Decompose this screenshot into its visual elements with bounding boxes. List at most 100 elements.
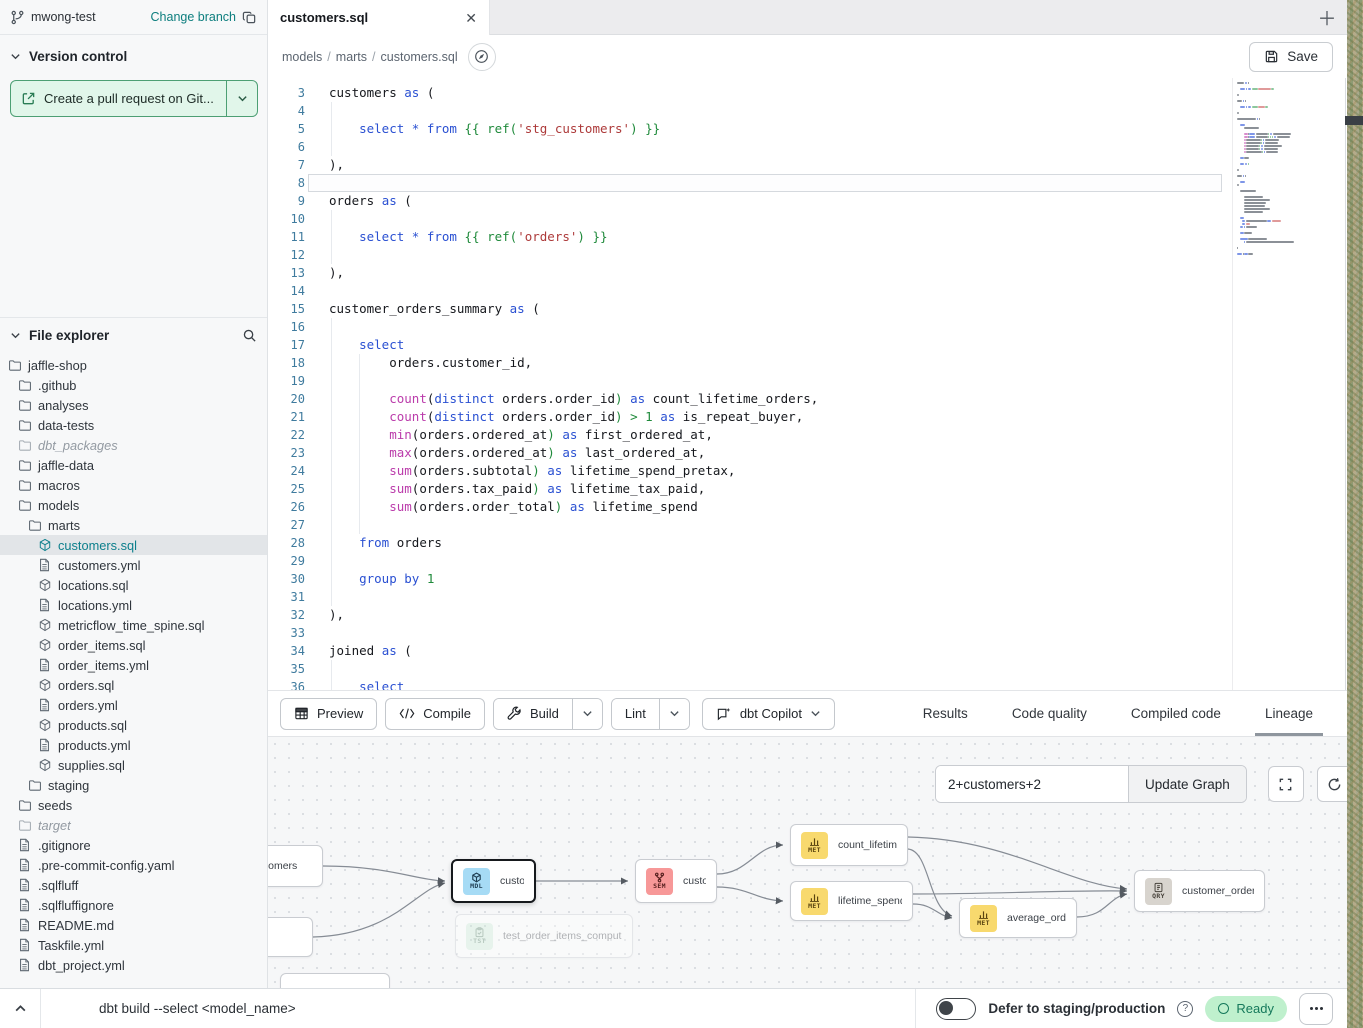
save-icon (1264, 49, 1279, 64)
tree-item-locations-yml[interactable]: locations.yml (0, 595, 267, 615)
tree-item-marts[interactable]: marts (0, 515, 267, 535)
tree-item-readme-md[interactable]: README.md (0, 915, 267, 935)
folder-icon (18, 458, 32, 472)
tree-item-jaffle-shop[interactable]: jaffle-shop (0, 355, 267, 375)
tab-results[interactable]: Results (901, 691, 990, 736)
tree-item-staging[interactable]: staging (0, 775, 267, 795)
folder-icon (18, 378, 32, 392)
help-icon[interactable]: ? (1177, 1001, 1193, 1017)
lineage-node-test-order-items[interactable]: TSTtest_order_items_compute_to_bools... (455, 914, 633, 958)
create-pr-button[interactable]: Create a pull request on Git... (10, 80, 258, 117)
node-label: customers (683, 875, 706, 887)
tree-item-dbt-packages[interactable]: dbt_packages (0, 435, 267, 455)
code-editor[interactable]: 3customers as (45 select * from {{ ref('… (268, 78, 1347, 690)
tree-item-taskfile-yml[interactable]: Taskfile.yml (0, 935, 267, 955)
tree-item-label: customers.yml (58, 558, 140, 573)
build-button[interactable]: Build (494, 699, 572, 729)
cli-command[interactable]: dbt build --select <model_name> (99, 1001, 296, 1016)
tree-item-customers-sql[interactable]: customers.sql (0, 535, 267, 555)
tree-item-label: locations.sql (58, 578, 128, 593)
pr-dropdown-caret[interactable] (227, 81, 257, 116)
breadcrumb-bar: models/marts/customers.sql Save (268, 35, 1347, 78)
lineage-node-customer_order_metrics[interactable]: QRYcustomer_order_metrics (1134, 870, 1265, 912)
tree-item-order-items-sql[interactable]: order_items.sql (0, 635, 267, 655)
minimap[interactable] (1232, 78, 1345, 690)
lint-button[interactable]: Lint (612, 699, 659, 729)
code-line-5: 5 select * from {{ ref('stg_customers') … (268, 120, 1347, 138)
tree-item-products-yml[interactable]: products.yml (0, 735, 267, 755)
preview-button[interactable]: Preview (280, 698, 377, 730)
version-control-header[interactable]: Version control (0, 35, 267, 72)
refresh-button[interactable] (1317, 766, 1347, 802)
model-icon (38, 638, 52, 652)
code-line-14: 14 (268, 282, 1347, 300)
tree-item-orders-sql[interactable]: orders.sql (0, 675, 267, 695)
tree-item-locations-sql[interactable]: locations.sql (0, 575, 267, 595)
lineage-node-orders[interactable]: orders (268, 917, 313, 957)
node-badge-met-icon: MET (970, 905, 997, 932)
tree-item-macros[interactable]: macros (0, 475, 267, 495)
editor-toolbar: Preview Compile Build (268, 690, 1347, 737)
lineage-node-customers-semantic[interactable]: SEMcustomers (635, 859, 717, 903)
tree-item-orders-yml[interactable]: orders.yml (0, 695, 267, 715)
lineage-panel[interactable]: stg_customersorders MDLcustomers TSTtest_o… (268, 737, 1347, 988)
tab-compiled-code[interactable]: Compiled code (1109, 691, 1243, 736)
new-tab-button[interactable]: ＋ (1307, 0, 1347, 34)
scrollbar-thumb[interactable] (1345, 116, 1363, 125)
tree-item-supplies-sql[interactable]: supplies.sql (0, 755, 267, 775)
tree-item-label: jaffle-data (38, 458, 94, 473)
tree-item--pre-commit-config-yaml[interactable]: .pre-commit-config.yaml (0, 855, 267, 875)
lineage-controls: Update Graph (935, 765, 1347, 803)
tree-item-products-sql[interactable]: products.sql (0, 715, 267, 735)
lineage-node-partial-node[interactable] (280, 973, 390, 988)
model-icon (38, 618, 52, 632)
tree-item-customers-yml[interactable]: customers.yml (0, 555, 267, 575)
tree-item-target[interactable]: target (0, 815, 267, 835)
tree-item-jaffle-data[interactable]: jaffle-data (0, 455, 267, 475)
tree-item-models[interactable]: models (0, 495, 267, 515)
model-icon (38, 758, 52, 772)
ready-label: Ready (1236, 1001, 1274, 1016)
close-icon[interactable]: ✕ (465, 11, 477, 25)
lint-dropdown-caret[interactable] (659, 699, 689, 729)
fullscreen-button[interactable] (1268, 766, 1304, 802)
tree-item--github[interactable]: .github (0, 375, 267, 395)
tree-item-dbt-project-yml[interactable]: dbt_project.yml (0, 955, 267, 975)
tree-item-label: models (38, 498, 79, 513)
compile-button[interactable]: Compile (385, 698, 485, 730)
branch-name: mwong-test (31, 10, 96, 24)
collapse-chevron-icon[interactable] (0, 1002, 40, 1015)
code-line-6: 6 (268, 138, 1347, 156)
tree-item-seeds[interactable]: seeds (0, 795, 267, 815)
tree-item-metricflow-time-spine-sql[interactable]: metricflow_time_spine.sql (0, 615, 267, 635)
defer-toggle[interactable] (936, 998, 976, 1020)
chevron-down-icon (237, 93, 248, 104)
tree-item--sqlfluffignore[interactable]: .sqlfluffignore (0, 895, 267, 915)
node-badge-met-icon: MET (801, 888, 828, 915)
dbt-copilot-button[interactable]: dbt Copilot (702, 698, 835, 730)
tab-code-quality[interactable]: Code quality (990, 691, 1109, 736)
tab-customers-sql[interactable]: customers.sql ✕ (268, 0, 490, 35)
lineage-selector-input[interactable] (936, 766, 1128, 802)
lineage-node-average_order_value[interactable]: METaverage_order_value (959, 898, 1077, 938)
docs-compass-button[interactable] (468, 43, 496, 71)
chevron-down-icon (10, 330, 21, 341)
tree-item-data-tests[interactable]: data-tests (0, 415, 267, 435)
lineage-node-count_lifetime_orders[interactable]: METcount_lifetime_orders (790, 824, 908, 866)
tree-item--sqlfluff[interactable]: .sqlfluff (0, 875, 267, 895)
change-branch-link[interactable]: Change branch (151, 10, 236, 24)
lineage-node-lifetime_spend_pretax[interactable]: METlifetime_spend_pretax (790, 881, 913, 921)
save-button[interactable]: Save (1249, 42, 1333, 72)
lineage-node-customers-model[interactable]: MDLcustomers (451, 859, 536, 903)
file-explorer-header[interactable]: File explorer (0, 318, 267, 351)
lineage-node-stg_customers[interactable]: stg_customers (268, 845, 323, 887)
update-graph-button[interactable]: Update Graph (1128, 766, 1246, 802)
more-options-button[interactable] (1299, 993, 1333, 1025)
build-dropdown-caret[interactable] (572, 699, 602, 729)
tree-item-order-items-yml[interactable]: order_items.yml (0, 655, 267, 675)
search-icon[interactable] (242, 328, 257, 343)
copy-icon[interactable] (242, 10, 257, 25)
tree-item-analyses[interactable]: analyses (0, 395, 267, 415)
tab-lineage[interactable]: Lineage (1243, 691, 1335, 736)
tree-item--gitignore[interactable]: .gitignore (0, 835, 267, 855)
